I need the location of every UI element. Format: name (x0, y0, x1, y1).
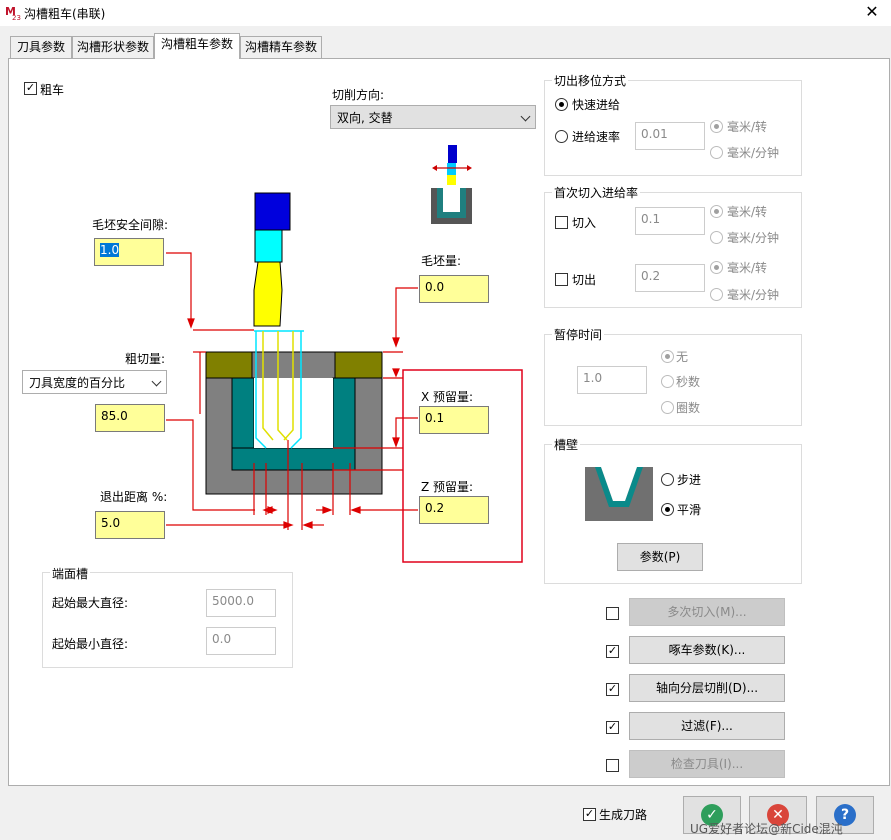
plunge-out-label: 切出 (572, 273, 597, 287)
plunge-out-unit-rev-label: 毫米/转 (727, 261, 768, 275)
plunge-in-unit-min-radio[interactable] (710, 231, 723, 244)
plunge-out-unit-min-radio[interactable] (710, 288, 723, 301)
stock-amount-label: 毛坯量: (421, 254, 462, 268)
watermark: UG爱好者论坛@新Cide混沌 (690, 822, 843, 836)
dwell-none-label: 无 (676, 350, 689, 364)
generate-path-label: 生成刀路 (599, 808, 648, 822)
retract-move-title: 切出移位方式 (552, 72, 629, 89)
depth-cut-button[interactable]: 轴向分层切削(D)... (629, 674, 785, 702)
peck-params-button[interactable]: 啄车参数(K)... (629, 636, 785, 664)
stock-clearance-input[interactable]: 1.0 (94, 238, 164, 266)
dwell-revs-label: 圈数 (676, 401, 701, 415)
rapid-radio[interactable] (555, 98, 568, 111)
feed-unit-rev-radio[interactable] (710, 120, 723, 133)
peck-checkbox[interactable]: ✓ (606, 645, 619, 658)
plunge-in-unit-rev-radio[interactable] (710, 205, 723, 218)
dwell-seconds-label: 秒数 (676, 375, 701, 389)
plunge-out-unit-rev-radio[interactable] (710, 261, 723, 274)
feed-unit-min-label: 毫米/分钟 (727, 146, 780, 160)
x-stock-input[interactable]: 0.1 (419, 406, 489, 434)
stock-clearance-value: 1.0 (100, 243, 120, 257)
retract-input[interactable]: 5.0 (95, 511, 165, 539)
filter-checkbox[interactable]: ✓ (606, 721, 619, 734)
max-dia-label: 起始最大直径: (52, 596, 129, 610)
dwell-seconds-radio[interactable] (661, 375, 674, 388)
x-stock-label: X 预留量: (421, 390, 474, 404)
multi-plunge-button[interactable]: 多次切入(M)... (629, 598, 785, 626)
z-stock-label: Z 预留量: (421, 480, 474, 494)
filter-button[interactable]: 过滤(F)... (629, 712, 785, 740)
check-tool-checkbox[interactable] (606, 759, 619, 772)
rough-step-label: 粗切量: (125, 352, 166, 366)
multi-plunge-checkbox[interactable] (606, 607, 619, 620)
z-stock-input[interactable]: 0.2 (419, 496, 489, 524)
plunge-out-input[interactable]: 0.2 (635, 264, 705, 292)
wall-params-button[interactable]: 参数(P) (617, 543, 703, 571)
plunge-in-checkbox[interactable] (555, 216, 568, 229)
max-dia-input[interactable]: 5000.0 (206, 589, 276, 617)
min-dia-label: 起始最小直径: (52, 637, 129, 651)
depth-cut-checkbox[interactable]: ✓ (606, 683, 619, 696)
feed-radio[interactable] (555, 130, 568, 143)
plunge-in-unit-min-label: 毫米/分钟 (727, 231, 780, 245)
stock-amount-input[interactable]: 0.0 (419, 275, 489, 303)
rough-step-mode-select[interactable]: 刀具宽度的百分比 (22, 370, 167, 394)
chevron-down-icon (151, 376, 162, 387)
feed-rate-input[interactable]: 0.01 (635, 122, 705, 150)
wall-smooth-radio[interactable] (661, 503, 674, 516)
retract-label: 退出距离 %: (100, 490, 168, 504)
direction-icon (431, 145, 472, 224)
dwell-revs-radio[interactable] (661, 401, 674, 414)
plunge-in-label: 切入 (572, 216, 597, 230)
rapid-label: 快速进给 (572, 98, 621, 112)
feed-unit-rev-label: 毫米/转 (727, 120, 768, 134)
wall-step-radio[interactable] (661, 473, 674, 486)
dwell-input[interactable]: 1.0 (577, 366, 647, 394)
feed-unit-min-radio[interactable] (710, 146, 723, 159)
plunge-in-input[interactable]: 0.1 (635, 207, 705, 235)
plunge-in-unit-rev-label: 毫米/转 (727, 205, 768, 219)
plunge-out-unit-min-label: 毫米/分钟 (727, 288, 780, 302)
wall-profile-icon (585, 467, 653, 521)
rough-step-input[interactable]: 85.0 (95, 404, 165, 432)
generate-path-checkbox[interactable]: ✓ (583, 808, 596, 821)
dwell-title: 暂停时间 (552, 326, 605, 343)
rough-step-mode-value: 刀具宽度的百分比 (29, 376, 126, 390)
wall-title: 槽壁 (552, 436, 581, 453)
dwell-none-radio[interactable] (661, 350, 674, 363)
wall-step-label: 步进 (677, 473, 702, 487)
min-dia-input[interactable]: 0.0 (206, 627, 276, 655)
first-plunge-title: 首次切入进给率 (552, 184, 641, 201)
wall-smooth-label: 平滑 (677, 503, 702, 517)
check-tool-button[interactable]: 检查刀具(I)... (629, 750, 785, 778)
tab-groove-rough[interactable]: 沟槽粗车参数 (154, 33, 240, 59)
stock-clearance-label: 毛坯安全间隙: (92, 218, 169, 232)
plunge-out-checkbox[interactable] (555, 273, 568, 286)
face-groove-title: 端面槽 (50, 565, 91, 582)
feed-label: 进给速率 (572, 130, 621, 144)
